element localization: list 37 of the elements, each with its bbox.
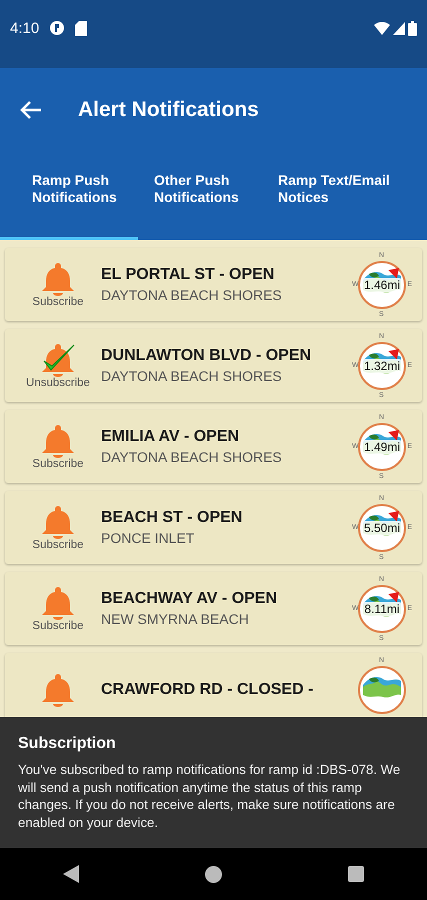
ramp-area: DAYTONA BEACH SHORES bbox=[101, 287, 352, 303]
ramp-title: DUNLAWTON BLVD - OPEN bbox=[101, 347, 312, 365]
subscribe-toggle[interactable]: Subscribe bbox=[23, 424, 93, 470]
signal-icon bbox=[393, 22, 405, 34]
ramp-title: BEACHWAY AV - OPEN bbox=[101, 590, 278, 608]
distance-label: 5.50mi bbox=[362, 520, 402, 534]
subscribe-toggle[interactable]: Unsubscribe bbox=[23, 342, 93, 388]
ramp-title: CRAWFORD RD - CLOSED - bbox=[101, 680, 314, 698]
ramp-title: EMILIA AV - OPEN bbox=[101, 428, 240, 446]
ramp-area: PONCE INLET bbox=[101, 530, 352, 546]
back-nav-icon[interactable] bbox=[63, 865, 79, 883]
tab[interactable]: Ramp Text/Email Notices bbox=[276, 152, 427, 240]
status-time: 4:10 bbox=[10, 20, 40, 36]
tab[interactable]: Other Push Notifications bbox=[138, 152, 276, 240]
subscribe-toggle[interactable]: Subscribe bbox=[23, 504, 93, 550]
home-nav-icon[interactable] bbox=[205, 866, 222, 882]
distance-label: 1.32mi bbox=[362, 358, 402, 372]
ramp-area: DAYTONA BEACH SHORES bbox=[101, 449, 352, 465]
back-arrow-icon[interactable] bbox=[20, 101, 42, 119]
battery-icon bbox=[408, 20, 417, 36]
app-notification-icon bbox=[49, 20, 66, 36]
distance-label: 8.11mi bbox=[362, 602, 402, 616]
ramp-title: BEACH ST - OPEN bbox=[101, 509, 244, 527]
snackbar-message: You've subscribed to ramp notifications for ramp id :DBS-078. We will send a push notification anytime the status of this ramp changes. If you do not receive alerts, make sure notifications are enabled on your device. bbox=[18, 761, 402, 831]
distance-label: 1.46mi bbox=[362, 278, 402, 292]
ramp-area: DAYTONA BEACH SHORES bbox=[101, 368, 352, 384]
compass-map-icon bbox=[357, 664, 407, 714]
sd-card-icon bbox=[75, 20, 88, 36]
distance-label: 1.49mi bbox=[362, 440, 402, 454]
subscribe-toggle[interactable]: Subscribe bbox=[23, 262, 93, 308]
subscribe-toggle[interactable]: Subscribe bbox=[23, 586, 93, 632]
screen-title: Alert Notifications bbox=[78, 98, 259, 122]
tab[interactable]: Ramp Push Notifications bbox=[0, 152, 138, 240]
ramp-title: EL PORTAL ST - OPEN bbox=[101, 266, 276, 284]
ramp-area: NEW SMYRNA BEACH bbox=[101, 611, 352, 627]
snackbar-title: Subscription bbox=[18, 735, 117, 753]
wifi-icon bbox=[374, 22, 390, 34]
